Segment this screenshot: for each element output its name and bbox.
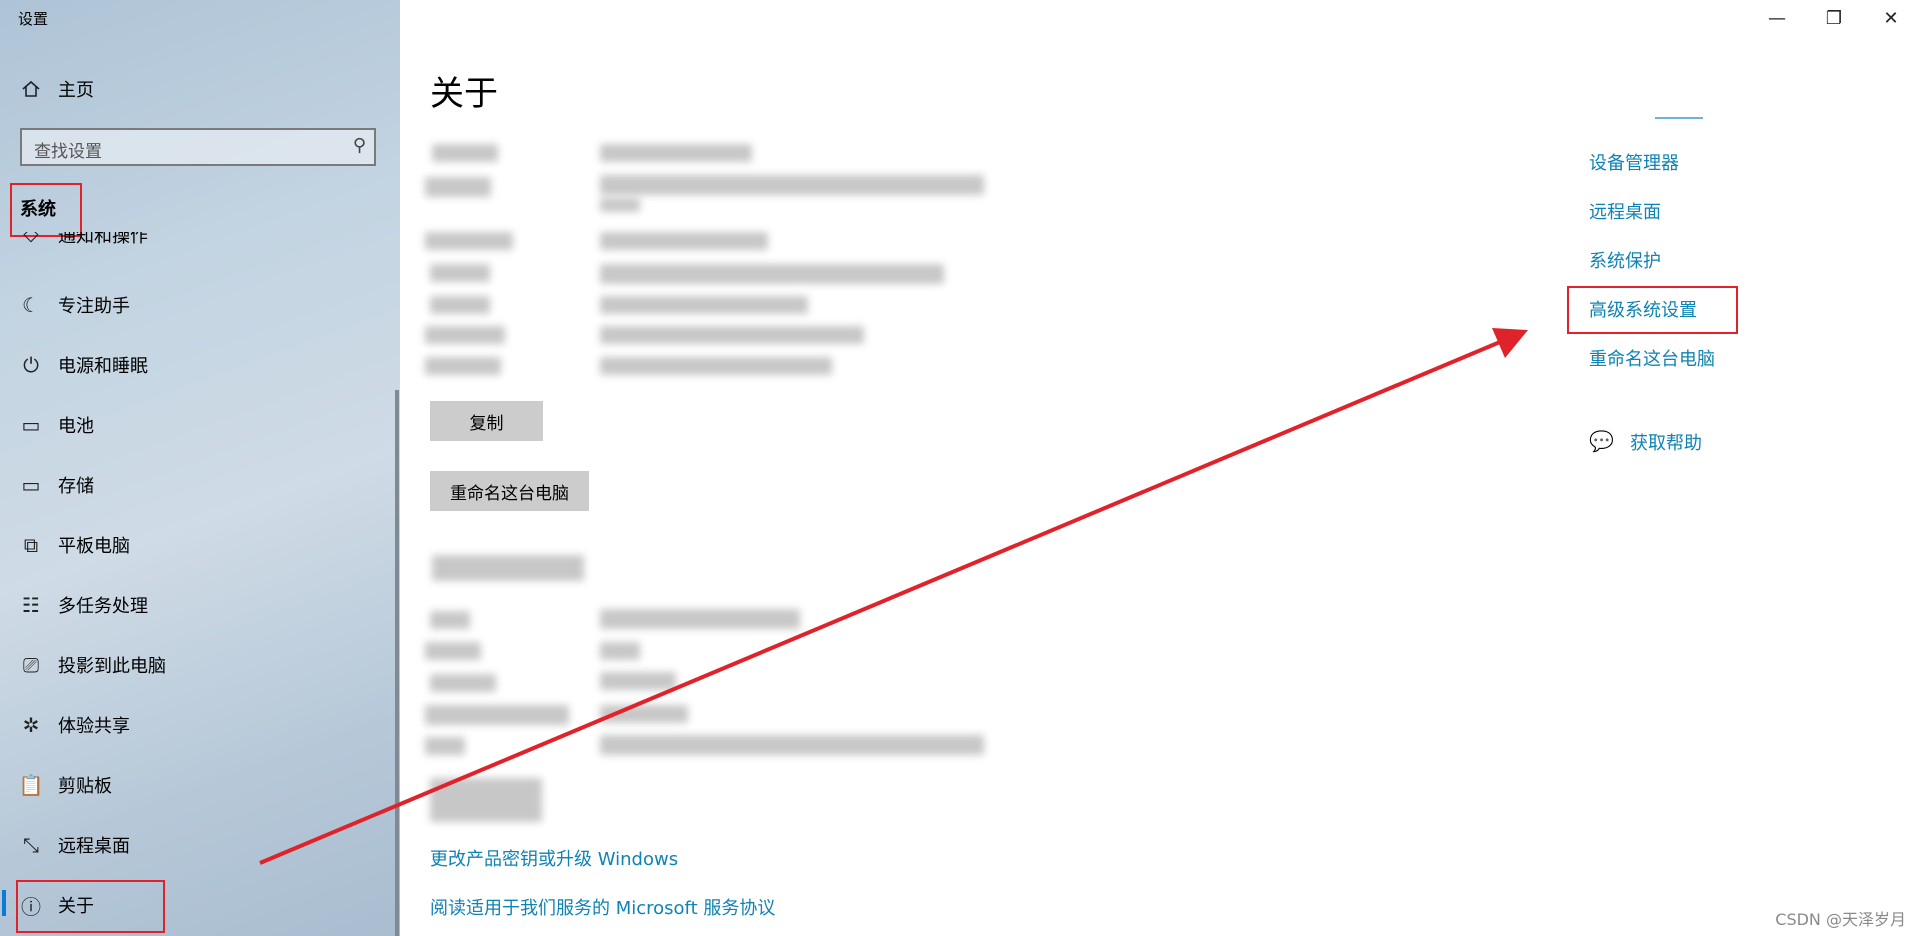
watermark: CSDN @天泽岁月 [1775,910,1906,929]
annotation-arrow [259,328,1528,865]
